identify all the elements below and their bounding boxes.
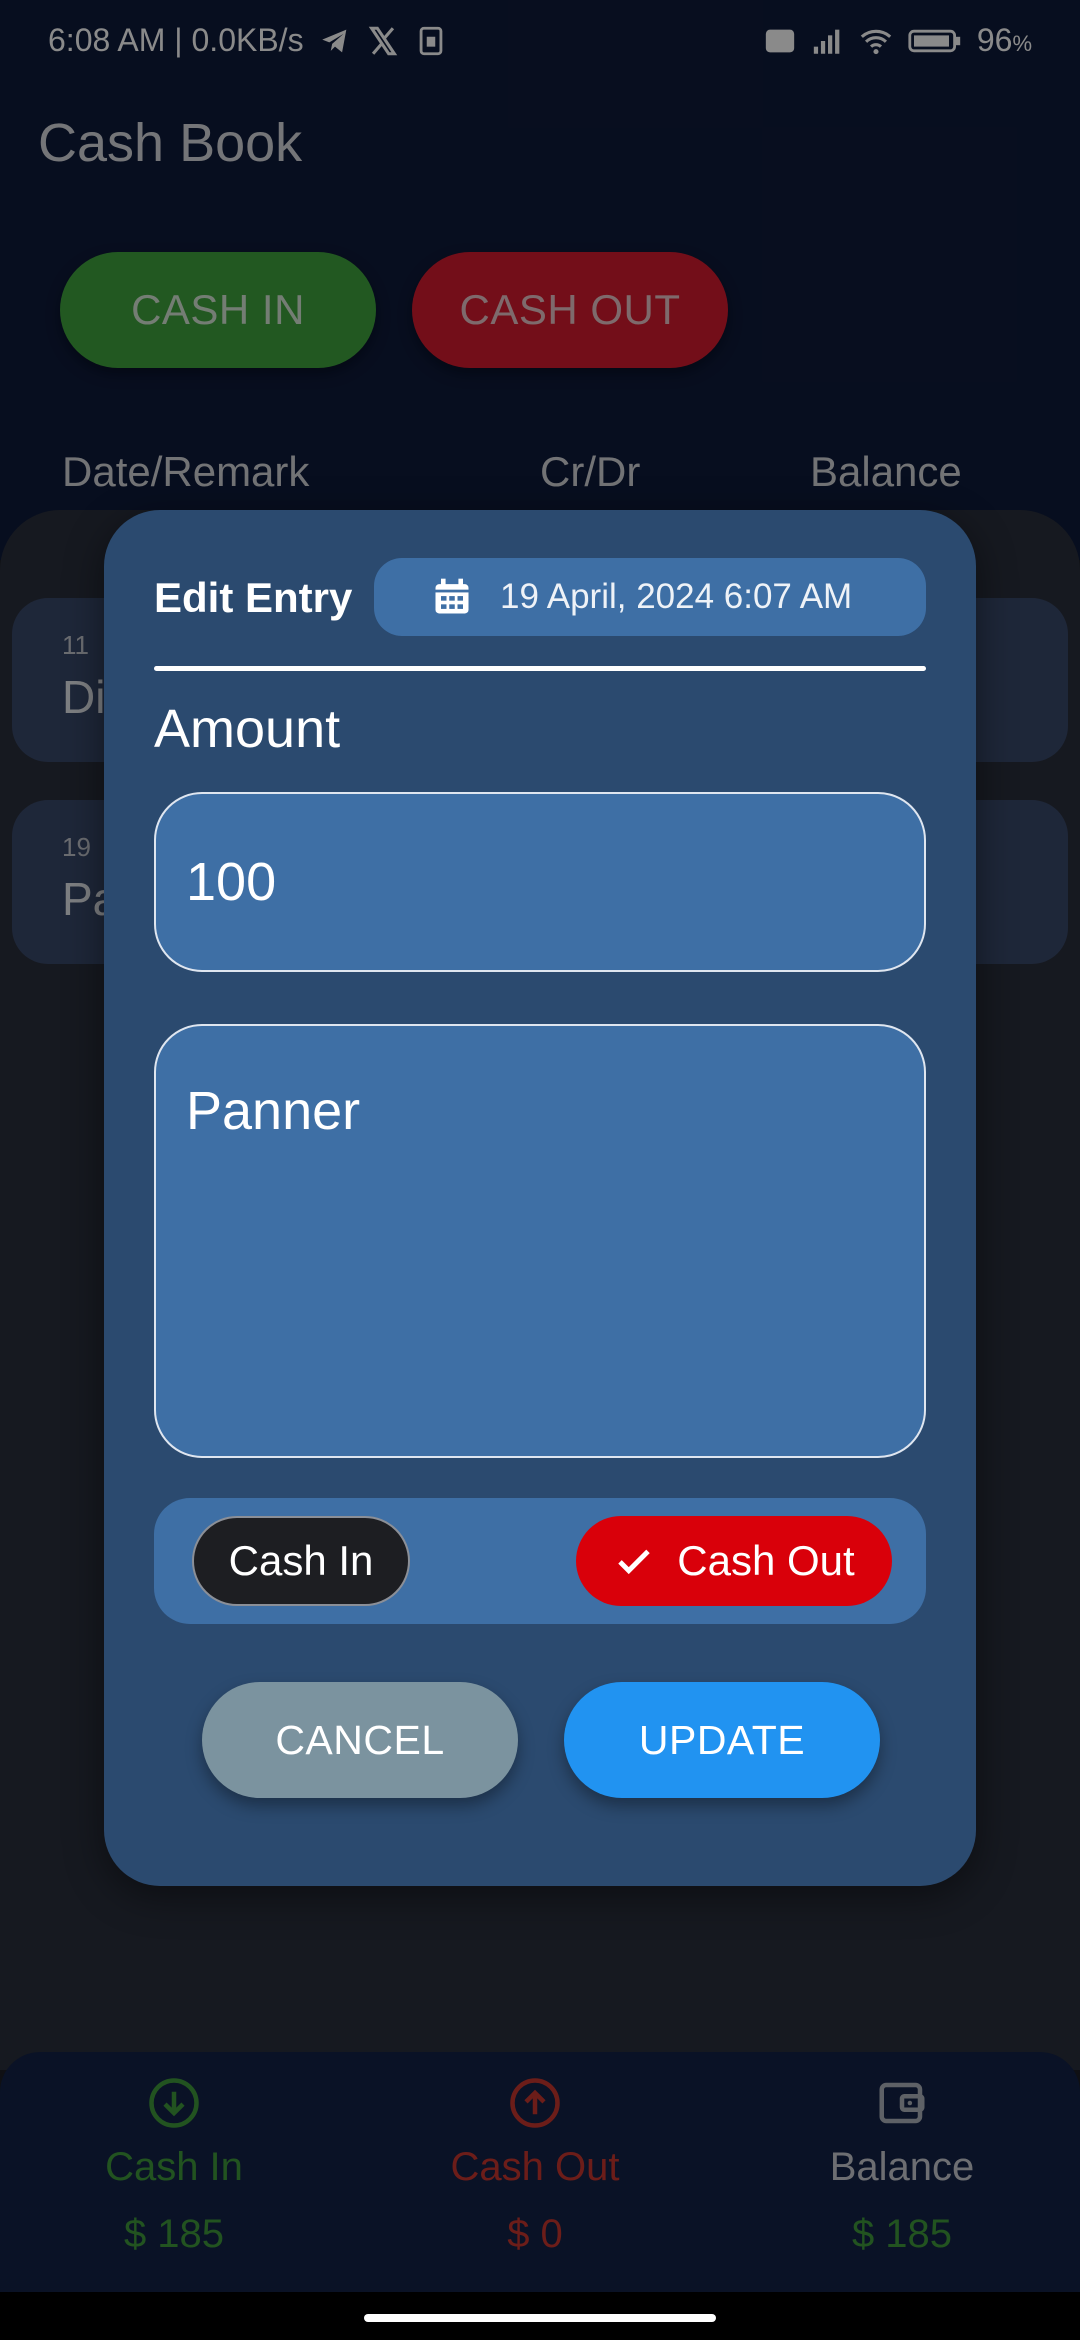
dialog-title: Edit Entry <box>154 574 353 621</box>
amount-label: Amount <box>154 699 341 759</box>
entry-type-toggle: Cash In Cash Out <box>154 1498 926 1624</box>
cash-out-option-label: Cash Out <box>677 1537 855 1584</box>
home-indicator[interactable] <box>364 2314 716 2322</box>
cash-book-screen: 6:08 AM | 0.0KB/s 96% Cash Book CASH IN … <box>0 0 1080 2340</box>
divider <box>154 666 926 671</box>
cancel-button[interactable]: CANCEL <box>202 1682 518 1798</box>
cash-in-option[interactable]: Cash In <box>192 1516 410 1606</box>
date-picker-button[interactable]: 19 April, 2024 6:07 AM <box>374 558 926 636</box>
calendar-icon <box>435 578 469 614</box>
remark-field[interactable]: Panner <box>154 1024 926 1458</box>
edit-entry-dialog: Edit Entry 19 April, 2024 6:07 AM Amount… <box>104 510 976 1886</box>
check-icon <box>618 1549 651 1575</box>
entry-date-text: 19 April, 2024 6:07 AM <box>500 577 853 616</box>
update-button[interactable]: UPDATE <box>564 1682 880 1798</box>
cash-out-option[interactable]: Cash Out <box>576 1516 892 1606</box>
amount-field[interactable]: 100 <box>154 792 926 972</box>
